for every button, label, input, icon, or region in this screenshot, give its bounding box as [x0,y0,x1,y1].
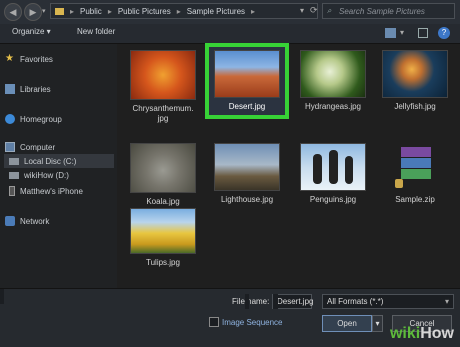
file-desert[interactable]: Desert.jpg [207,50,287,112]
nav-favorites-label: Favorites [20,54,53,64]
image-sequence-option[interactable]: Image Sequence [209,317,283,327]
chrysanthemum-thumbnail [130,50,196,100]
file-label: Tulips.jpg [146,258,180,267]
address-bar: ◀ ▶ ▾ ▸ Public ▸ Public Pictures ▸ Sampl… [0,0,460,25]
nav-iphone-label: Matthew's iPhone [20,186,83,196]
hydrangeas-thumbnail [300,50,366,98]
breadcrumb-sample-pictures[interactable]: Sample Pictures [187,7,245,16]
format-value: All Formats (*.*) [327,297,384,306]
open-button[interactable]: Open [322,315,372,332]
homegroup-icon [5,114,15,124]
checkbox[interactable] [209,317,219,327]
file-label: Hydrangeas.jpg [304,102,362,111]
nav-local-disc-label: Local Disc (C:) [24,156,77,166]
refresh-icon[interactable]: ⟳ [310,5,318,16]
file-label: Lighthouse.jpg [220,195,274,204]
back-button[interactable]: ◀ [4,3,22,21]
file-label: Sample.zip [395,195,435,204]
chevron-down-icon: ▾ [375,319,380,328]
nav-wikihow-drive[interactable]: wikiHow (D:) [9,171,69,180]
nav-libraries-label: Libraries [20,84,51,94]
nav-favorites[interactable]: ★ Favorites [5,54,53,64]
command-bar: Organize ▾ New folder ▾ ? [0,24,460,44]
search-placeholder: Search Sample Pictures [339,6,425,16]
file-penguins[interactable]: Penguins.jpg [293,143,373,205]
computer-icon [5,142,15,152]
nav-network-label: Network [20,216,50,226]
nav-wikihow-label: wikiHow (D:) [24,171,69,180]
file-label: Desert.jpg [228,102,266,111]
archive-icon [395,143,435,191]
file-label: Chrysanthemum. jpg [132,104,194,123]
address-dropdown-icon[interactable]: ▾ [300,6,304,15]
nav-homegroup[interactable]: Homegroup [5,114,62,124]
file-tulips[interactable]: Tulips.jpg [123,208,203,268]
chevron-down-icon: ▾ [444,297,449,306]
file-lighthouse[interactable]: Lighthouse.jpg [207,143,287,205]
image-sequence-label: Image Sequence [222,317,283,327]
nav-local-disc[interactable]: Local Disc (C:) [4,154,114,168]
jellyfish-thumbnail [382,50,448,98]
file-sample-zip[interactable]: Sample.zip [375,143,455,205]
network-icon [5,216,15,226]
star-icon: ★ [5,53,14,64]
file-name-label: File name: [232,297,270,306]
file-koala[interactable]: Koala.jpg [123,143,203,207]
phone-icon [9,186,15,196]
search-icon: ⌕ [327,6,332,15]
new-folder-button[interactable]: New folder [77,27,115,36]
search-input[interactable]: ⌕ Search Sample Pictures [322,3,455,19]
help-icon[interactable]: ? [438,27,450,39]
wikihow-watermark: wikiHow [389,325,454,342]
file-hydrangeas[interactable]: Hydrangeas.jpg [293,50,373,112]
recent-dropdown-icon[interactable]: ▾ [42,7,46,15]
lock-icon [395,179,403,188]
view-options-icon[interactable] [385,28,396,38]
breadcrumb[interactable]: ▸ Public ▸ Public Pictures ▸ Sample Pict… [50,3,318,19]
tulips-thumbnail [130,208,196,254]
nav-network[interactable]: Network [5,216,49,226]
open-dropdown-button[interactable]: ▾ [372,315,383,332]
desert-thumbnail [214,50,280,98]
preview-pane-icon[interactable] [418,28,428,38]
view-dropdown-icon[interactable]: ▾ [400,28,404,37]
file-label: Penguins.jpg [309,195,357,204]
organize-button[interactable]: Organize ▾ [12,27,51,36]
navigation-pane: ★ Favorites Libraries Homegroup Computer… [0,44,117,288]
file-label: Jellyfish.jpg [394,102,436,111]
format-select[interactable]: All Formats (*.*) ▾ [322,294,454,309]
library-icon [5,84,15,94]
lighthouse-thumbnail [214,143,280,191]
folder-icon [55,7,64,15]
nav-homegroup-label: Homegroup [20,114,62,124]
file-chrysanthemum[interactable]: Chrysanthemum. jpg [123,50,203,124]
nav-iphone[interactable]: Matthew's iPhone [9,186,83,196]
drive-icon [9,172,19,179]
forward-button[interactable]: ▶ [24,3,42,21]
drive-icon [9,157,19,165]
nav-computer-label: Computer [20,142,56,152]
koala-thumbnail [130,143,196,193]
file-jellyfish[interactable]: Jellyfish.jpg [375,50,455,112]
breadcrumb-public-pictures[interactable]: Public Pictures [118,7,171,16]
nav-libraries[interactable]: Libraries [5,84,51,94]
breadcrumb-public[interactable]: Public [80,7,102,16]
open-label: Open [337,319,357,328]
penguins-thumbnail [300,143,366,191]
nav-computer[interactable]: Computer [5,142,55,152]
file-label: Koala.jpg [146,197,180,206]
